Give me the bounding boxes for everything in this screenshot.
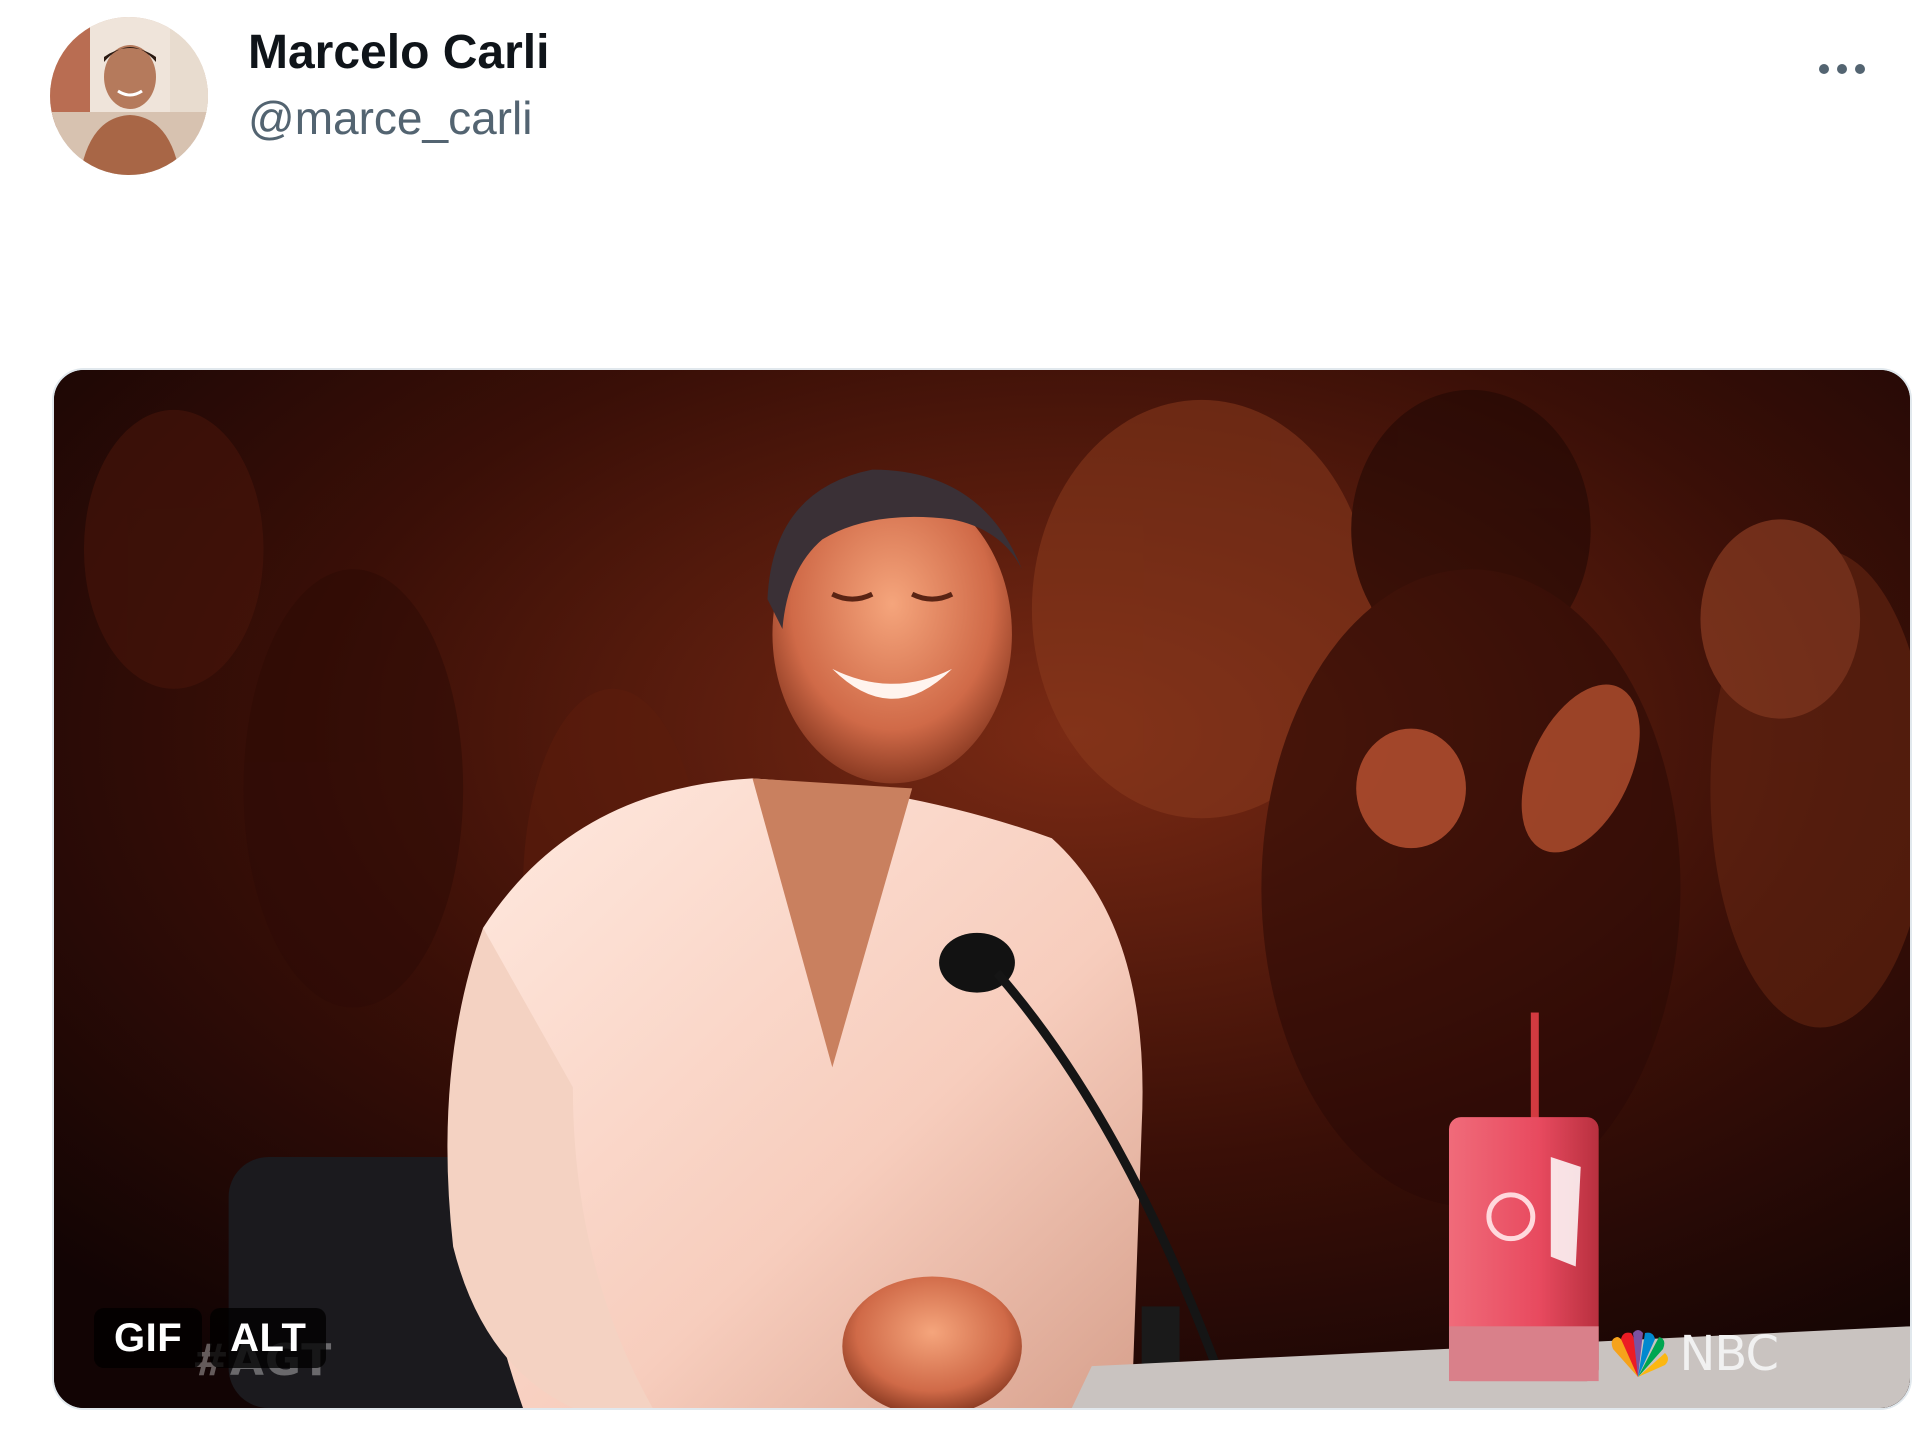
avatar[interactable] [50,17,208,175]
tweet-header: Marcelo Carli @marce_carli [50,17,1920,177]
more-horizontal-icon [1855,64,1865,74]
peacock-icon [1612,1330,1669,1377]
more-options-button[interactable] [1806,37,1878,101]
gif-frame-image [54,370,1910,1408]
user-info: Marcelo Carli @marce_carli [248,25,549,145]
nbc-label: NBC [1679,1326,1779,1382]
profile-photo-icon [50,17,208,175]
media-badges: GIF ALT [94,1308,327,1368]
gif-badge: GIF [94,1308,203,1368]
alt-text-button[interactable]: ALT [210,1308,327,1368]
user-handle[interactable]: @marce_carli [248,91,549,145]
display-name[interactable]: Marcelo Carli [248,25,549,81]
media-gif[interactable]: #AGT NBC GIF ALT [52,368,1912,1410]
more-horizontal-icon [1837,64,1847,74]
more-horizontal-icon [1819,64,1829,74]
nbc-logo: NBC [1603,1326,1779,1382]
